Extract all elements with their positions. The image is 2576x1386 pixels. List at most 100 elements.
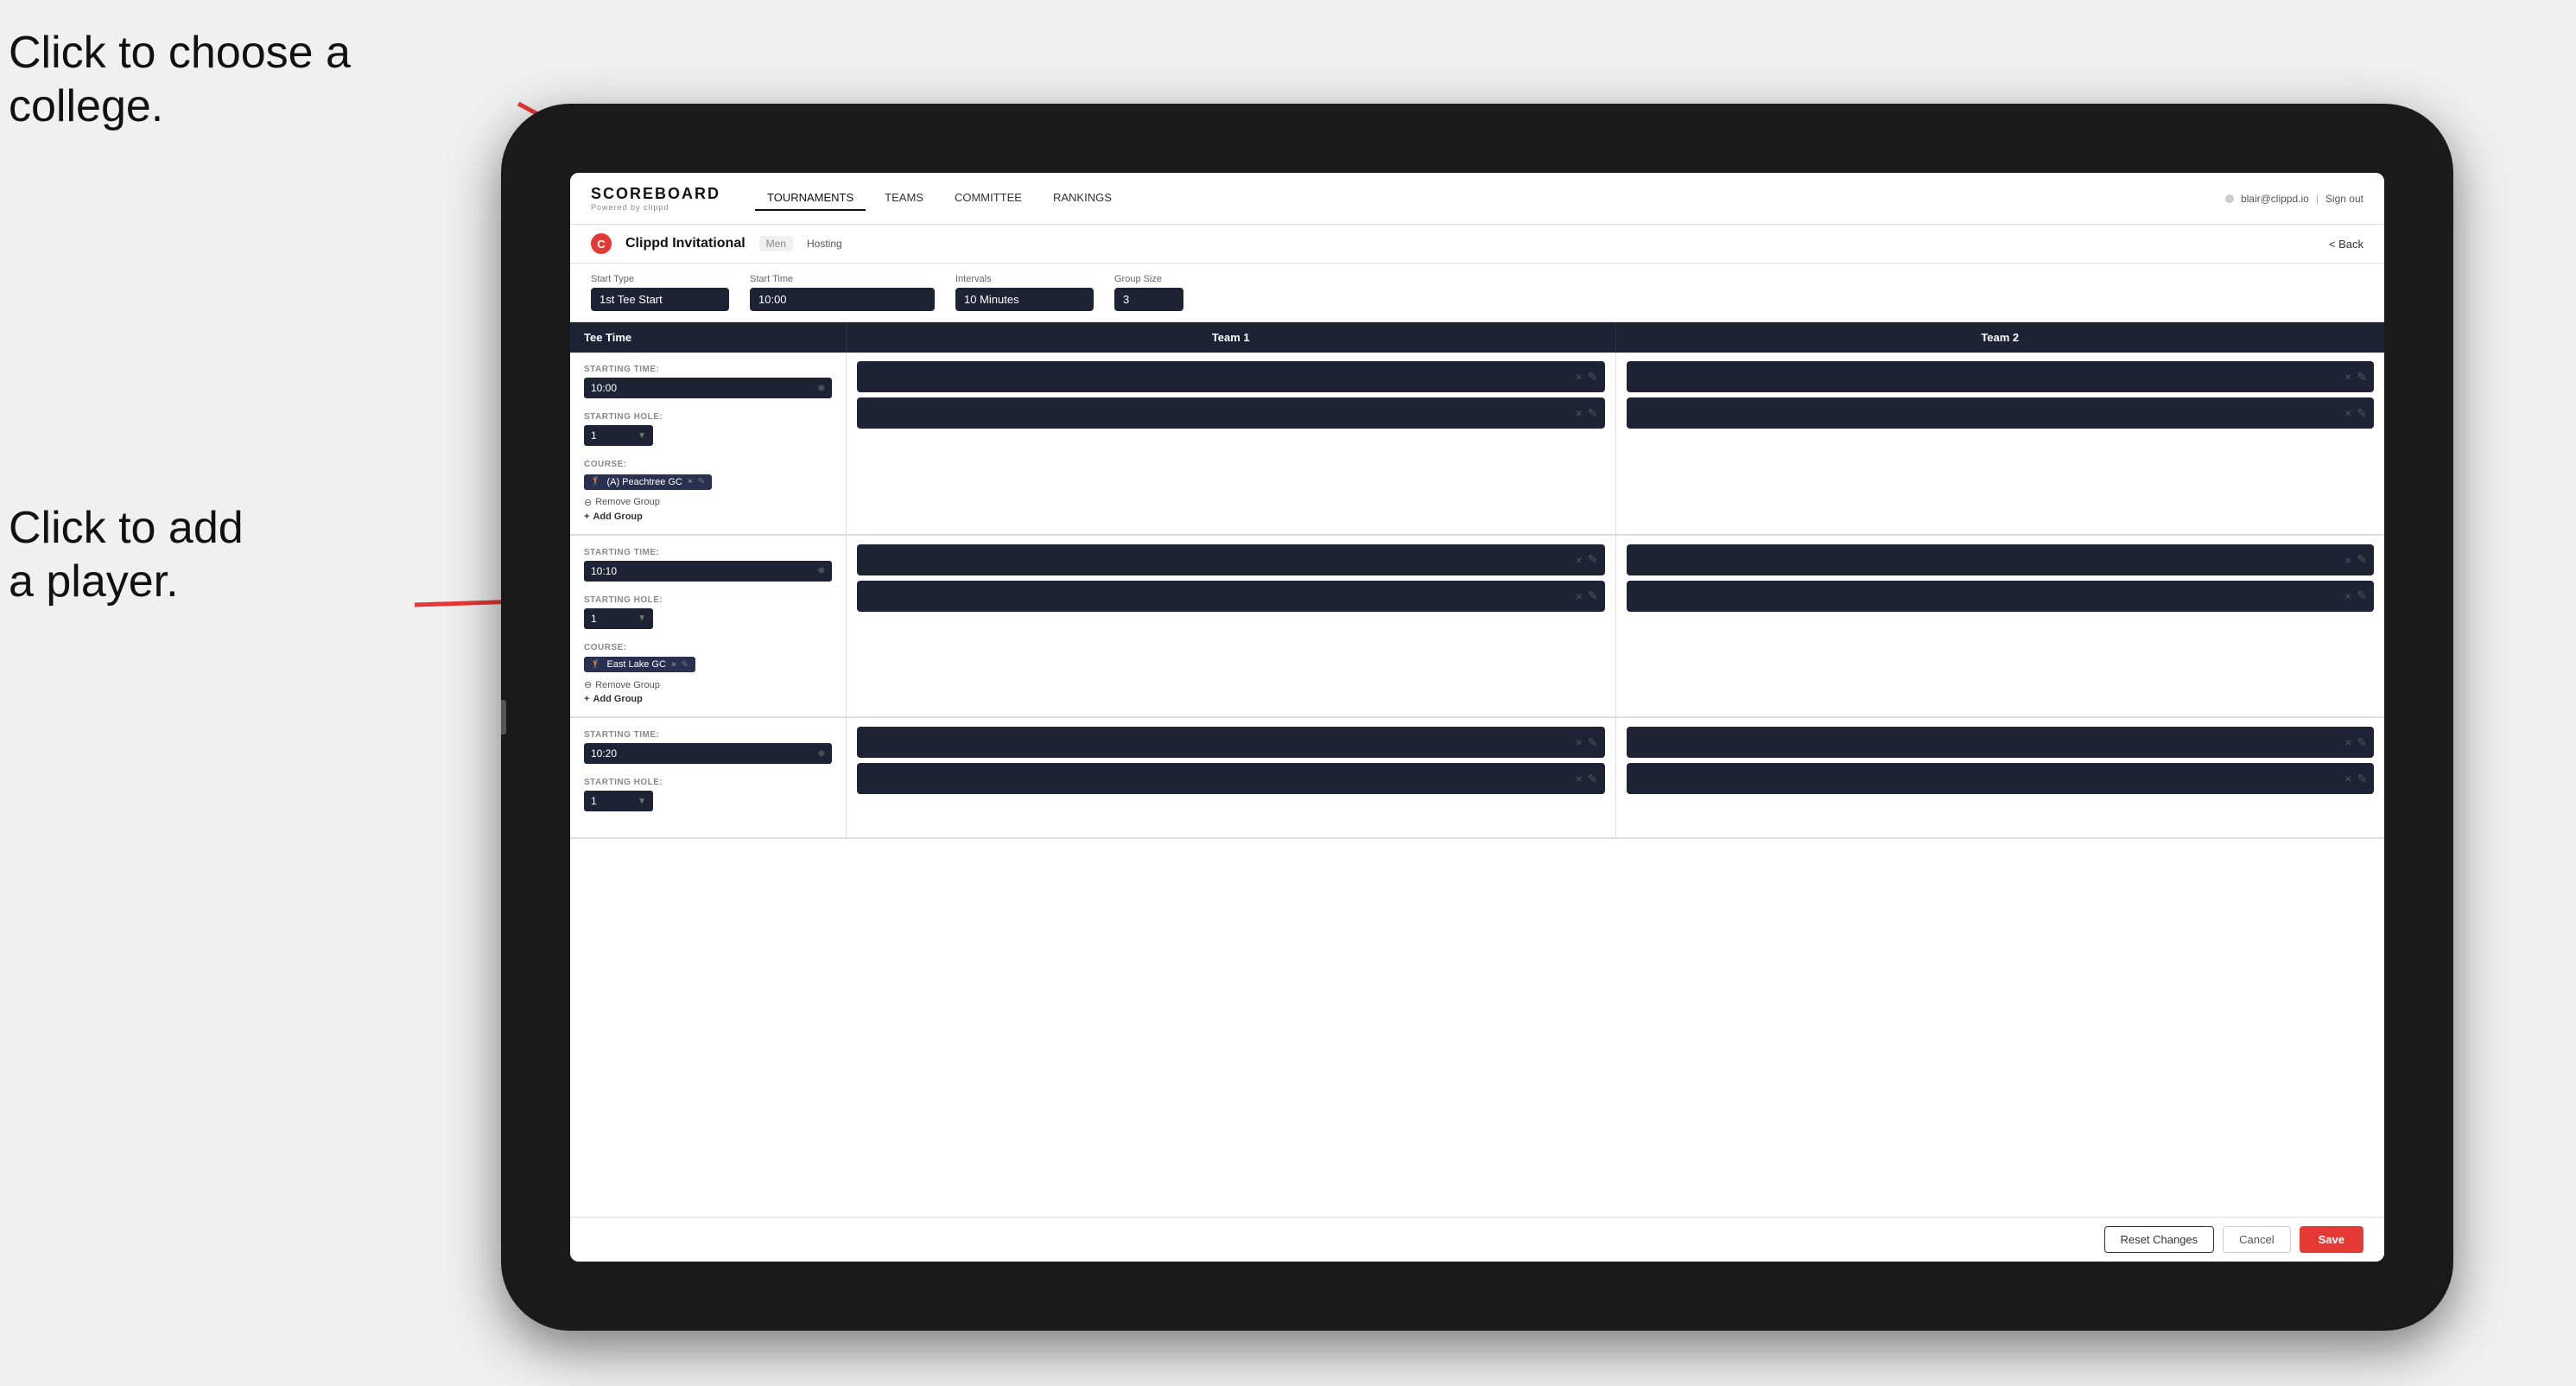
sub-header-hosting: Hosting xyxy=(807,238,842,250)
course-edit-2[interactable]: ✎ xyxy=(682,660,688,670)
tee-block-2-left: STARTING TIME: 10:10⊕ STARTING HOLE: 1▼ xyxy=(570,536,847,717)
team2-col-3: × ✎ × ✎ xyxy=(1616,718,2385,837)
nav-brand: SCOREBOARD Powered by clippd xyxy=(591,185,720,212)
player-slot-x-icon-4[interactable]: × xyxy=(2344,406,2351,420)
player-slot-5-1[interactable]: × ✎ xyxy=(857,727,1605,758)
tee-block-3: STARTING TIME: 10:20⊕ STARTING HOLE: 1▼ xyxy=(570,718,2384,839)
intervals-select[interactable]: 10 Minutes xyxy=(955,288,1094,311)
group-size-select[interactable]: 3 xyxy=(1114,288,1183,311)
player-slot-5-2[interactable]: × ✎ xyxy=(857,763,1605,794)
user-avatar-dot xyxy=(2225,194,2234,203)
annotation-choose-college: Click to choose acollege. xyxy=(9,26,351,134)
player-slot-4-2[interactable]: × ✎ xyxy=(1627,581,2375,612)
nav-link-teams[interactable]: TEAMS xyxy=(872,186,936,211)
player-slot-x-icon-2[interactable]: × xyxy=(1576,406,1583,420)
starting-time-input-1[interactable]: 10:00⊕ xyxy=(584,378,832,398)
player-slot-3-2[interactable]: × ✎ xyxy=(857,581,1605,612)
player-slot-2-2[interactable]: × ✎ xyxy=(1627,397,2375,429)
nav-links: TOURNAMENTS TEAMS COMMITTEE RANKINGS xyxy=(755,186,2225,211)
player-slot-6-2[interactable]: × ✎ xyxy=(1627,763,2375,794)
sub-header-logo: C xyxy=(591,233,612,254)
player-slot-6-1[interactable]: × ✎ xyxy=(1627,727,2375,758)
starting-hole-input-1[interactable]: 1▼ xyxy=(584,425,653,446)
save-button[interactable]: Save xyxy=(2300,1226,2363,1253)
player-slot-1-1[interactable]: × ✎ xyxy=(857,361,1605,392)
starting-hole-label-1: STARTING HOLE: xyxy=(584,412,832,422)
brand-sub: Powered by clippd xyxy=(591,203,720,212)
nav-link-rankings[interactable]: RANKINGS xyxy=(1041,186,1124,211)
start-type-group: Start Type 1st Tee Start xyxy=(591,274,729,311)
course-remove-1[interactable]: × xyxy=(688,477,693,486)
tee-block-2: STARTING TIME: 10:10⊕ STARTING HOLE: 1▼ xyxy=(570,536,2384,719)
starting-hole-label-2: STARTING HOLE: xyxy=(584,595,832,605)
tablet-side-button xyxy=(501,700,506,734)
starting-time-label-3: STARTING TIME: xyxy=(584,730,832,740)
intervals-label: Intervals xyxy=(955,274,1094,284)
th-team2: Team 2 xyxy=(1616,322,2385,353)
back-button[interactable]: < Back xyxy=(2329,238,2363,251)
sign-out-link[interactable]: Sign out xyxy=(2325,193,2363,205)
player-slot-edit-icon-2[interactable]: ✎ xyxy=(1588,406,1598,421)
remove-group-btn-2[interactable]: ⊖Remove Group xyxy=(584,679,832,690)
intervals-group: Intervals 10 Minutes xyxy=(955,274,1094,311)
player-slot-3-1[interactable]: × ✎ xyxy=(857,544,1605,575)
group-size-label: Group Size xyxy=(1114,274,1183,284)
starting-time-input-3[interactable]: 10:20⊕ xyxy=(584,743,832,764)
team1-col-1: × ✎ × ✎ xyxy=(847,353,1616,534)
team1-col-3: × ✎ × ✎ xyxy=(847,718,1616,837)
cancel-button[interactable]: Cancel xyxy=(2223,1226,2290,1253)
tee-block-3-right: × ✎ × ✎ × ✎ xyxy=(847,718,2384,837)
controls-row: Start Type 1st Tee Start Start Time Inte… xyxy=(570,264,2384,322)
course-tag-2[interactable]: 🏌 East Lake GC × ✎ xyxy=(584,657,695,672)
sub-header-title: Clippd Invitational xyxy=(625,236,746,251)
user-email: blair@clippd.io xyxy=(2241,193,2309,205)
table-body: STARTING TIME: 10:00⊕ STARTING HOLE: 1▼ xyxy=(570,353,2384,1217)
th-tee-time: Tee Time xyxy=(570,322,847,353)
tee-block-1: STARTING TIME: 10:00⊕ STARTING HOLE: 1▼ xyxy=(570,353,2384,536)
nav-user: blair@clippd.io | Sign out xyxy=(2225,193,2363,205)
brand-title: SCOREBOARD xyxy=(591,185,720,203)
start-type-select[interactable]: 1st Tee Start xyxy=(591,288,729,311)
starting-hole-label-3: STARTING HOLE: xyxy=(584,778,832,787)
player-slot-edit-icon[interactable]: ✎ xyxy=(1588,370,1598,385)
starting-hole-input-2[interactable]: 1▼ xyxy=(584,608,653,629)
player-slot-x-icon[interactable]: × xyxy=(1576,370,1583,384)
starting-hole-input-3[interactable]: 1▼ xyxy=(584,791,653,811)
footer-bar: Reset Changes Cancel Save xyxy=(570,1217,2384,1262)
remove-group-btn-1[interactable]: ⊖Remove Group xyxy=(584,497,832,508)
player-slot-2-1[interactable]: × ✎ xyxy=(1627,361,2375,392)
player-slot-x-icon-3[interactable]: × xyxy=(2344,370,2351,384)
tee-block-3-left: STARTING TIME: 10:20⊕ STARTING HOLE: 1▼ xyxy=(570,718,847,837)
tee-block-2-right: × ✎ × ✎ × ✎ xyxy=(847,536,2384,717)
course-tag-1[interactable]: 🏌 (A) Peachtree GC × ✎ xyxy=(584,474,712,490)
tablet-frame: SCOREBOARD Powered by clippd TOURNAMENTS… xyxy=(501,104,2453,1331)
tablet-screen: SCOREBOARD Powered by clippd TOURNAMENTS… xyxy=(570,173,2384,1262)
start-type-label: Start Type xyxy=(591,274,729,284)
annotation-add-player: Click to adda player. xyxy=(9,501,244,609)
start-time-label: Start Time xyxy=(750,274,935,284)
team2-col-1: × ✎ × ✎ xyxy=(1616,353,2385,534)
tee-block-1-right: × ✎ × ✎ × ✎ xyxy=(847,353,2384,534)
course-edit-1[interactable]: ✎ xyxy=(698,477,705,486)
reset-changes-button[interactable]: Reset Changes xyxy=(2104,1226,2215,1253)
starting-time-input-2[interactable]: 10:10⊕ xyxy=(584,561,832,582)
start-time-group: Start Time xyxy=(750,274,935,311)
course-label-2: COURSE: xyxy=(584,643,832,652)
tee-block-1-left: STARTING TIME: 10:00⊕ STARTING HOLE: 1▼ xyxy=(570,353,847,534)
team1-col-2: × ✎ × ✎ xyxy=(847,536,1616,717)
add-group-btn-1[interactable]: +Add Group xyxy=(584,512,832,522)
nav-link-committee[interactable]: COMMITTEE xyxy=(942,186,1034,211)
start-time-input[interactable] xyxy=(750,288,935,311)
sub-header-badge: Men xyxy=(759,236,793,251)
course-label-1: COURSE: xyxy=(584,460,832,469)
nav-bar: SCOREBOARD Powered by clippd TOURNAMENTS… xyxy=(570,173,2384,225)
nav-link-tournaments[interactable]: TOURNAMENTS xyxy=(755,186,866,211)
course-remove-2[interactable]: × xyxy=(671,660,676,670)
player-slot-1-2[interactable]: × ✎ xyxy=(857,397,1605,429)
add-group-btn-2[interactable]: +Add Group xyxy=(584,694,832,704)
th-team1: Team 1 xyxy=(847,322,1616,353)
player-slot-4-1[interactable]: × ✎ xyxy=(1627,544,2375,575)
group-size-group: Group Size 3 xyxy=(1114,274,1183,311)
player-slot-edit-icon-4[interactable]: ✎ xyxy=(2357,406,2367,421)
player-slot-edit-icon-3[interactable]: ✎ xyxy=(2357,370,2367,385)
